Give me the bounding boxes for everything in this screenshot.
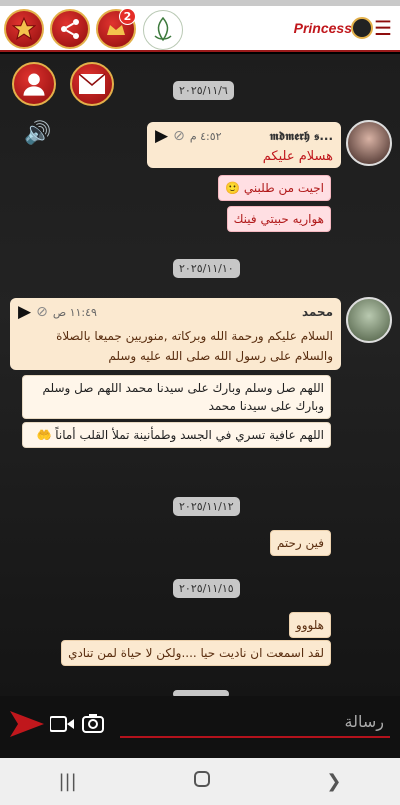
group-logo[interactable] xyxy=(143,10,183,50)
message-bubble: اللهم عافية تسري في الجسد وطمأنينة تملأ … xyxy=(22,422,331,448)
message-bubble: لقد اسمعت ان ناديت حيا ....ولكن لا حياة … xyxy=(61,640,331,666)
date-separator: ٢٠٢٥/١١/١٢ xyxy=(173,497,240,516)
message-bubble: هلووو xyxy=(288,612,331,638)
chat-area: 🔊 ٢٠٢٥/١١/٦ ▶ ⊘ ٤:٥٢ م 𝖒𝖉𝖒𝖊𝖗𝖍 𝖘... هسلام… xyxy=(0,54,400,696)
profile-button[interactable] xyxy=(12,62,56,106)
send-button[interactable] xyxy=(10,711,44,741)
system-nav-bar: ||| ❯ xyxy=(0,758,400,805)
share-button[interactable] xyxy=(50,9,90,49)
menu-icon[interactable]: ☰ xyxy=(374,18,392,38)
message-card: ▶ ⊘ ٤:٥٢ م 𝖒𝖉𝖒𝖊𝖗𝖍 𝖘... هسلام عليكم xyxy=(147,122,341,168)
date-separator: ٢٠٢٥/١١/٦ xyxy=(173,81,234,100)
mail-button[interactable] xyxy=(70,62,114,106)
date-separator: ٢٠٢٥/١١/١٥ xyxy=(173,579,240,598)
recent-apps-button[interactable]: ||| xyxy=(58,771,76,792)
message-bubble: اللهم صل وسلم وبارك على سيدنا محمد اللهم… xyxy=(22,375,331,419)
video-camera-icon[interactable] xyxy=(49,716,74,737)
input-bar xyxy=(0,696,400,758)
message-time: ٤:٥٢ م xyxy=(189,129,222,143)
share-icon xyxy=(61,19,79,39)
profile-icon xyxy=(23,73,45,96)
back-button[interactable]: ❯ xyxy=(326,771,341,792)
play-icon[interactable]: ▶ xyxy=(155,126,168,146)
notification-badge: 2 xyxy=(119,8,136,25)
message-bubble: اجيت من طلبني 🙂 xyxy=(218,175,331,201)
avatar[interactable] xyxy=(346,120,392,166)
message-text: السلام عليكم ورحمة الله وبركاته ,منوريين… xyxy=(56,329,333,363)
send-icon xyxy=(10,711,44,737)
message-time: ١١:٤٩ ص xyxy=(52,305,97,319)
sender-name[interactable]: محمد xyxy=(302,305,333,319)
block-icon[interactable]: ⊘ xyxy=(36,304,48,320)
brand-name: Princess xyxy=(293,20,352,36)
message-card: ▶ ⊘ ١١:٤٩ ص محمد السلام عليكم ورحمة الله… xyxy=(10,298,341,370)
star-button[interactable] xyxy=(4,9,44,49)
home-button[interactable] xyxy=(193,771,210,792)
brand-logo xyxy=(351,17,373,39)
message-text: هسلام عليكم xyxy=(262,149,333,164)
message-bubble: فين رحتم xyxy=(269,530,331,556)
avatar[interactable] xyxy=(346,297,392,343)
speaker-icon[interactable]: 🔊 xyxy=(24,121,51,146)
block-icon[interactable]: ⊘ xyxy=(173,128,185,144)
camera-icon[interactable] xyxy=(82,713,104,738)
mail-icon xyxy=(78,73,106,94)
message-bubble: هواريه حبيتي فينك xyxy=(226,206,331,232)
sender-name[interactable]: 𝖒𝖉𝖒𝖊𝖗𝖍 𝖘... xyxy=(270,129,333,144)
top-bar: 2 Princess ☰ xyxy=(0,6,400,52)
play-icon[interactable]: ▶ xyxy=(18,302,31,322)
date-separator: ٢٠٢٥/١١/١٠ xyxy=(173,259,240,278)
message-input[interactable] xyxy=(120,706,390,738)
star-icon xyxy=(11,16,37,40)
notification-button[interactable]: 2 xyxy=(96,8,136,49)
